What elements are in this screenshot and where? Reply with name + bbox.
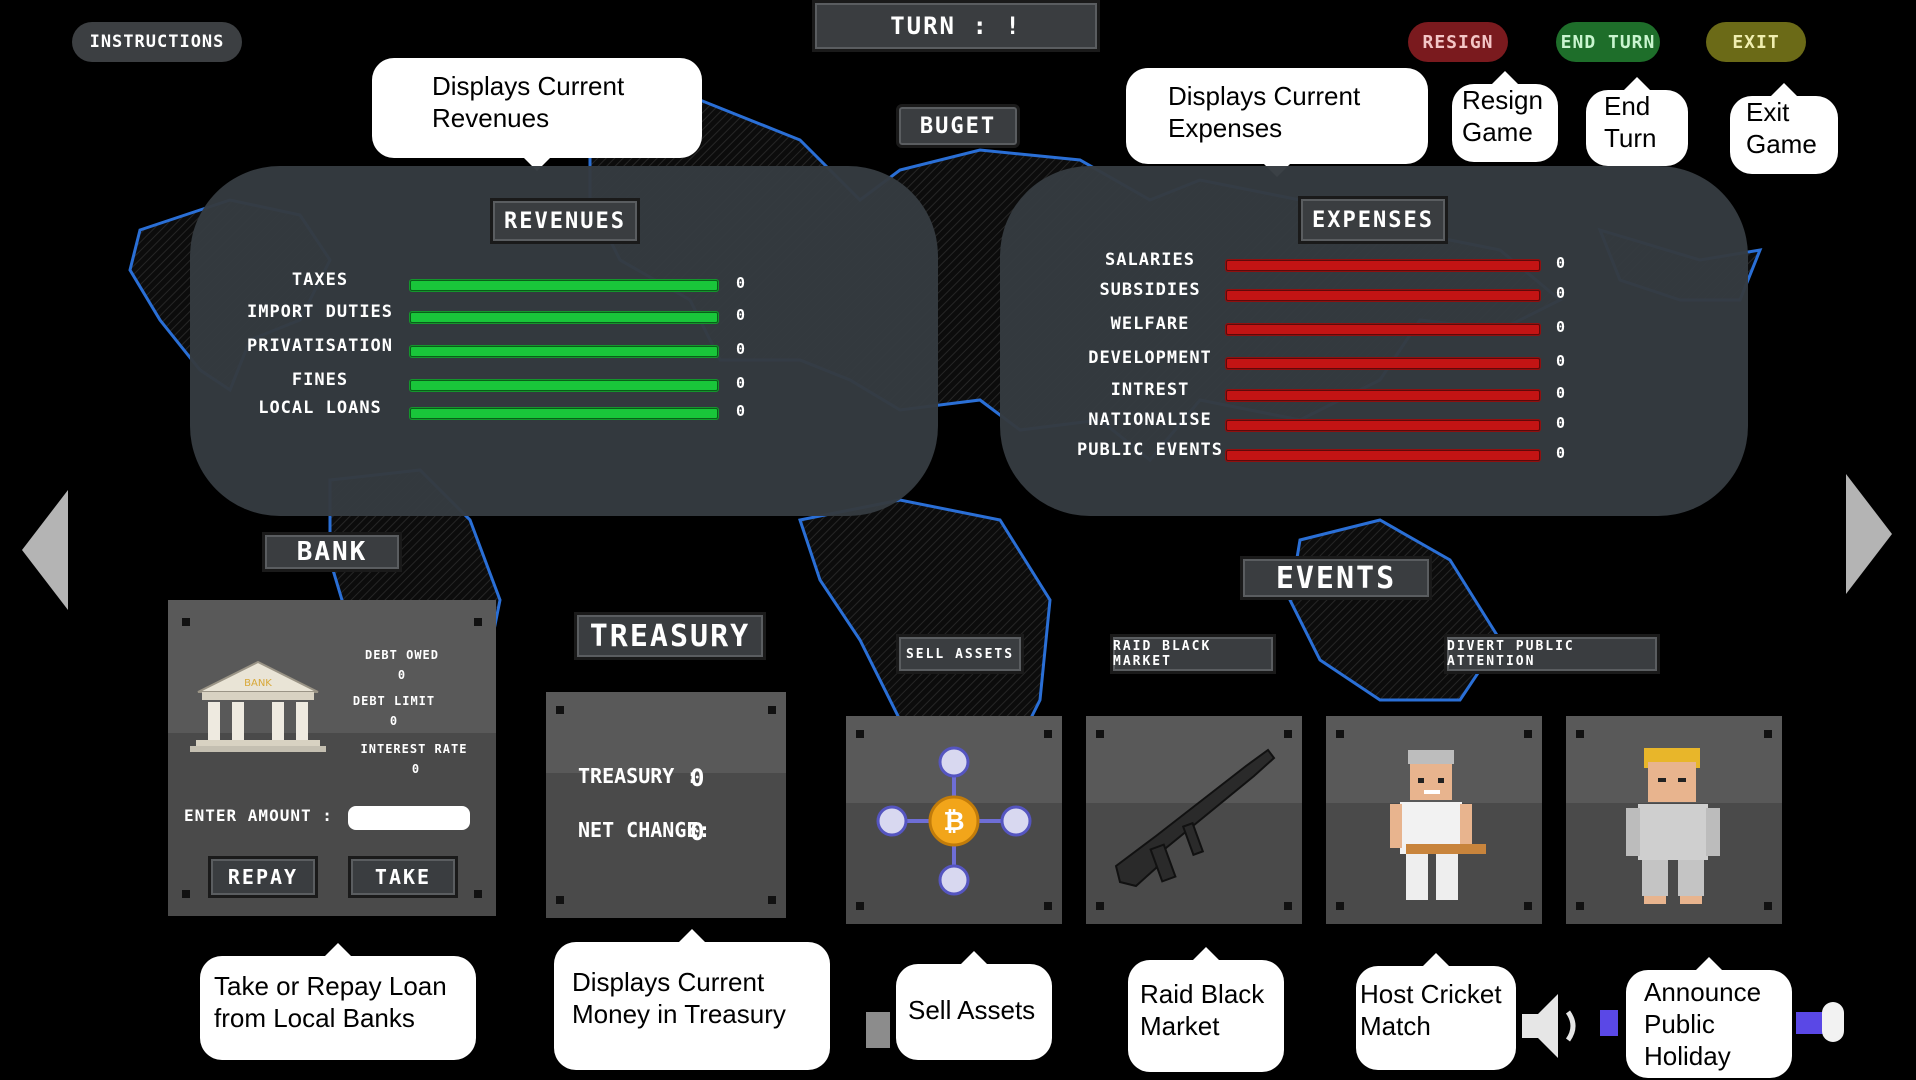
debt-owed-label: DEBT OWED [364,648,440,662]
expense-value: 0 [1556,318,1566,336]
enter-amount-label: ENTER AMOUNT : [184,806,333,825]
revenue-value: 0 [736,374,746,392]
treasury-tooltip: Displays Current Money in Treasury [554,929,830,1070]
expense-bar [1226,390,1540,401]
treasury-label: TREASURY : [578,764,699,788]
revenues-tooltip: Displays Current Revenues [372,58,702,171]
revenue-label: LOCAL LOANS [258,398,382,418]
revenue-bar [410,280,718,291]
raid-black-market-card[interactable] [1086,716,1302,924]
events-heading: EVENTS [1240,556,1432,600]
expense-label: INTREST [1110,380,1190,400]
cricket-player-icon [1390,750,1486,900]
expenses-tooltip: Displays Current Expenses [1126,68,1428,177]
treasury-heading: TREASURY [574,612,766,660]
exit-button[interactable]: EXIT [1706,22,1806,62]
volume-track-left[interactable] [1600,1010,1618,1036]
revenue-value: 0 [736,340,746,358]
expense-bar [1226,450,1540,461]
revenue-label: FINES [291,370,349,390]
net-change-value: 0 [690,818,705,846]
rifle-icon [1114,748,1276,888]
bank-sign-text: BANK [244,678,272,689]
debt-limit-value: 0 [389,714,399,728]
sell-assets-tooltip: Sell Assets [896,951,1052,1060]
expense-bar [1226,290,1540,301]
host-cricket-match-card[interactable] [1326,716,1542,924]
debt-owed-value: 0 [397,668,407,682]
revenue-bar [410,312,718,323]
exit-tooltip: Exit Game [1730,83,1838,174]
budget-heading: BUGET [896,104,1020,148]
small-square-marker [866,1012,890,1048]
resign-button[interactable]: RESIGN [1408,22,1508,62]
end-turn-tooltip: End Turn [1586,77,1688,166]
holiday-tooltip: Announce Public Holiday [1626,957,1792,1078]
speaker-icon[interactable] [1518,986,1590,1066]
revenue-label: IMPORT DUTIES [246,302,394,322]
end-turn-button[interactable]: END TURN [1556,22,1660,62]
amount-input[interactable] [348,806,470,830]
expense-value: 0 [1556,414,1566,432]
revenue-label: TAXES [291,270,349,290]
expense-label: DEVELOPMENT [1088,348,1212,368]
revenues-title: REVENUES [490,198,640,244]
expense-value: 0 [1556,444,1566,462]
expenses-title: EXPENSES [1298,196,1448,244]
repay-button[interactable]: REPAY [208,856,318,898]
expense-bar [1226,260,1540,271]
expense-value: 0 [1556,254,1566,272]
sell-assets-label: SELL ASSETS [896,634,1024,674]
cricket-tooltip: Host Cricket Match [1356,953,1516,1070]
interest-rate-value: 0 [411,762,421,776]
expense-bar [1226,324,1540,335]
treasury-value: 0 [690,764,705,792]
volume-slider-knob[interactable] [1822,1002,1844,1042]
svg-text:₿: ₿ [943,807,964,837]
revenue-value: 0 [736,306,746,324]
expense-label: SALARIES [1105,250,1195,270]
holiday-person-icon [1626,748,1720,904]
divert-public-attention-label: DIVERT PUBLIC ATTENTION [1444,634,1660,674]
expense-value: 0 [1556,384,1566,402]
bank-heading: BANK [262,532,402,572]
expense-value: 0 [1556,352,1566,370]
debt-limit-label: DEBT LIMIT [352,694,436,708]
expense-label: PUBLIC EVENTS [1076,440,1224,460]
sell-assets-card[interactable]: ₿ [846,716,1062,924]
take-button[interactable]: TAKE [348,856,458,898]
revenue-value: 0 [736,402,746,420]
turn-indicator: TURN : ! [812,0,1100,52]
announce-public-holiday-card[interactable] [1566,716,1782,924]
bank-building-icon: BANK [190,660,326,752]
bank-panel: BANK DEBT OWED 0 DEBT LIMIT 0 INTEREST R… [168,600,496,916]
revenue-bar [410,380,718,391]
bitcoin-network-icon: ₿ [876,746,1032,896]
revenue-bar [410,408,718,419]
expense-bar [1226,420,1540,431]
instructions-button[interactable]: INSTRUCTIONS [72,22,242,62]
expense-label: WELFARE [1110,314,1190,334]
expense-bar [1226,358,1540,369]
revenue-label: PRIVATISATION [246,336,394,356]
revenue-value: 0 [736,274,746,292]
interest-rate-label: INTEREST RATE [360,742,468,756]
raid-black-market-label: RAID BLACK MARKET [1110,634,1276,674]
bank-tooltip: Take or Repay Loan from Local Banks [200,943,476,1060]
raid-tooltip: Raid Black Market [1128,947,1284,1072]
revenue-bar [410,346,718,357]
expense-label: SUBSIDIES [1099,280,1201,300]
right-arrow-button[interactable] [1846,474,1892,594]
expense-value: 0 [1556,284,1566,302]
resign-tooltip: Resign Game [1452,71,1558,162]
expense-label: NATIONALISE [1088,410,1212,430]
left-arrow-button[interactable] [22,490,68,610]
treasury-panel: TREASURY : 0 NET CHANGE: 0 [546,692,786,918]
